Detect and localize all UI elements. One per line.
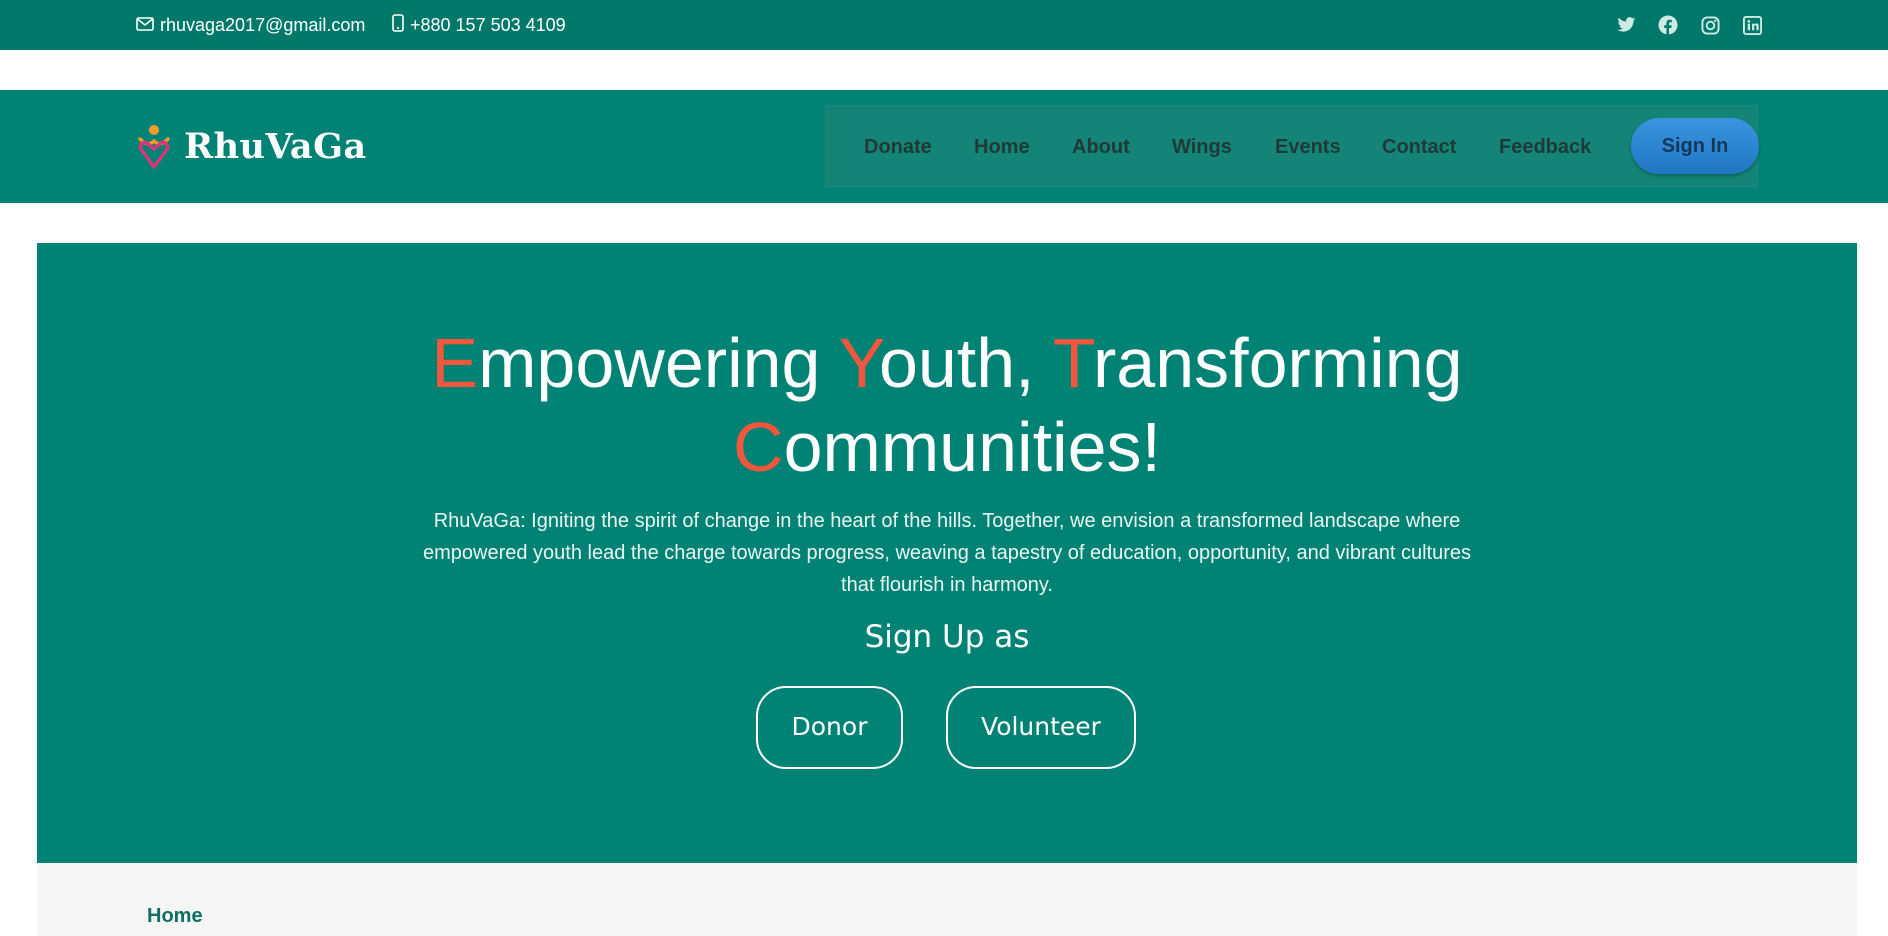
site-header: RhuVaGa Donate Home About Wings Events C…	[0, 90, 1888, 203]
title-word: ransforming	[1092, 324, 1463, 402]
phone-contact[interactable]: +880 157 503 4109	[392, 0, 566, 50]
hero-section: Empowering Youth, Transforming Communiti…	[37, 243, 1857, 863]
hero-title: Empowering Youth, Transforming Communiti…	[37, 321, 1857, 489]
signup-heading: Sign Up as	[864, 619, 1030, 655]
volunteer-signup-button[interactable]: Volunteer	[946, 686, 1136, 769]
title-word: mpowering	[478, 324, 839, 402]
nav-about[interactable]: About	[1072, 106, 1130, 188]
breadcrumb-bar: Home	[37, 863, 1857, 936]
phone-text: +880 157 503 4109	[410, 14, 566, 35]
hero-title-line-2: Communities!	[37, 405, 1857, 489]
nav-wings[interactable]: Wings	[1172, 106, 1232, 188]
nav-home[interactable]: Home	[974, 106, 1030, 188]
social-links	[1616, 0, 1762, 50]
hero-title-line-1: Empowering Youth, Transforming	[37, 321, 1857, 405]
nav-donate[interactable]: Donate	[864, 106, 932, 188]
hero-description: RhuVaGa: Igniting the spirit of change i…	[422, 510, 1472, 596]
facebook-icon[interactable]	[1658, 15, 1678, 35]
instagram-icon[interactable]	[1700, 15, 1720, 35]
title-word: ommunities!	[783, 408, 1161, 486]
top-contact-bar: rhuvaga2017@gmail.com +880 157 503 4109	[0, 0, 1888, 50]
title-accent-letter: T	[1052, 324, 1093, 402]
title-accent-letter: C	[733, 408, 784, 486]
title-accent-letter: E	[431, 324, 479, 402]
title-word: outh,	[878, 324, 1053, 402]
logo-icon	[136, 123, 176, 171]
email-text: rhuvaga2017@gmail.com	[160, 14, 366, 35]
brand-name: RhuVaGa	[184, 126, 367, 167]
envelope-icon	[136, 15, 160, 36]
title-accent-letter: Y	[838, 324, 879, 402]
sign-in-button[interactable]: Sign In	[1631, 118, 1759, 174]
linkedin-icon[interactable]	[1742, 15, 1762, 35]
breadcrumb-home[interactable]: Home	[147, 905, 203, 928]
email-contact[interactable]: rhuvaga2017@gmail.com	[136, 0, 365, 50]
nav-events[interactable]: Events	[1275, 106, 1341, 188]
brand-logo[interactable]: RhuVaGa	[136, 90, 367, 203]
main-nav: Donate Home About Wings Events Contact F…	[825, 105, 1759, 188]
twitter-icon[interactable]	[1616, 15, 1636, 35]
nav-feedback[interactable]: Feedback	[1499, 106, 1591, 188]
phone-icon	[392, 13, 410, 37]
nav-contact[interactable]: Contact	[1382, 106, 1456, 188]
donor-signup-button[interactable]: Donor	[756, 686, 903, 769]
